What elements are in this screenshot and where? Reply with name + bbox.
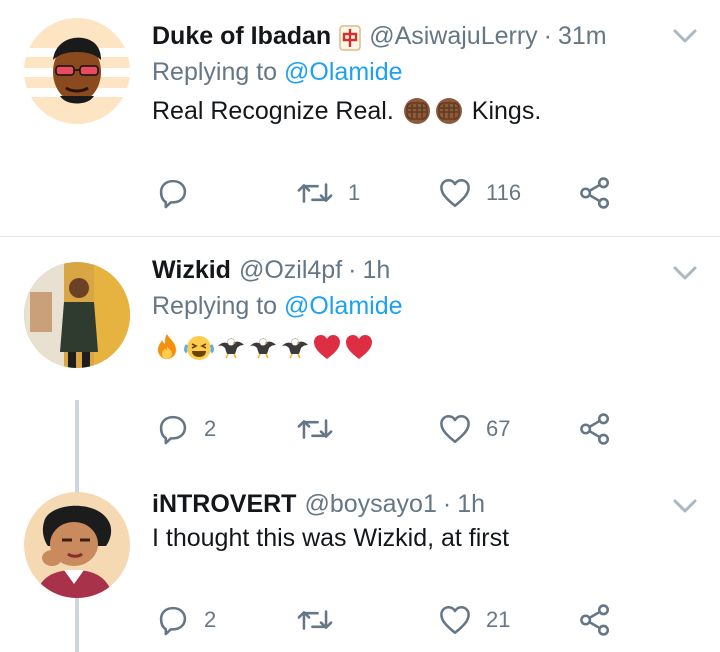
chevron-down-icon[interactable] <box>672 28 698 44</box>
avatar[interactable] <box>24 18 130 124</box>
reply-icon <box>156 603 190 637</box>
tweet-header: Duke of Ibadan @AsiwajuLerry · 31m <box>152 22 607 51</box>
reply-count: 2 <box>204 607 217 632</box>
tweet-actions: 2 21 <box>0 603 720 643</box>
tweet[interactable]: Wizkid @Ozil4pf · 1h Replying to @Olamid… <box>0 237 720 640</box>
timestamp[interactable]: 31m <box>558 22 607 51</box>
replying-to-label: Replying to <box>152 58 278 86</box>
laughing-tears-icon <box>184 332 214 362</box>
red-heart-icon <box>312 332 342 362</box>
retweet-button[interactable] <box>296 412 334 446</box>
tweet-header: iNTROVERT @boysayo1 · 1h <box>152 490 485 519</box>
tweet-text <box>152 332 374 362</box>
replying-to-label: Replying to <box>152 292 278 320</box>
username[interactable]: @boysayo1 <box>304 490 436 519</box>
reply-button[interactable]: 2 <box>156 603 216 637</box>
retweet-button[interactable] <box>296 603 334 637</box>
tweet-actions: 2 67 <box>0 412 720 452</box>
tweet-text: I thought this was Wizkid, at first <box>152 524 509 553</box>
retweet-icon <box>296 176 334 210</box>
avatar[interactable] <box>24 492 130 598</box>
username[interactable]: @AsiwajuLerry <box>369 22 537 51</box>
share-icon <box>578 603 612 637</box>
tweet[interactable]: iNTROVERT @boysayo1 · 1h I thought this … <box>0 477 720 652</box>
display-name[interactable]: Duke of Ibadan <box>152 22 331 51</box>
like-count: 116 <box>486 180 522 205</box>
share-button[interactable] <box>578 176 612 210</box>
tweet-header: Wizkid @Ozil4pf · 1h <box>152 256 390 285</box>
display-name[interactable]: iNTROVERT <box>152 490 296 519</box>
fist-medium-dark-icon <box>402 96 432 126</box>
eagle-icon <box>248 332 278 362</box>
reply-count: 2 <box>204 416 217 441</box>
separator: · <box>543 22 552 50</box>
reply-icon <box>156 176 190 210</box>
share-icon <box>578 412 612 446</box>
mention-link[interactable]: @Olamide <box>284 292 402 320</box>
fist-medium-dark-icon <box>434 96 464 126</box>
reply-icon <box>156 412 190 446</box>
eagle-icon <box>280 332 310 362</box>
like-count: 21 <box>486 607 511 632</box>
mahjong-red-dragon-icon <box>339 24 361 51</box>
red-heart-icon <box>344 332 374 362</box>
reply-button[interactable]: 2 <box>156 412 216 446</box>
timestamp[interactable]: 1h <box>362 256 390 285</box>
heart-icon <box>438 176 472 210</box>
separator: · <box>442 490 452 518</box>
share-button[interactable] <box>578 412 612 446</box>
like-button[interactable]: 21 <box>438 603 510 637</box>
fire-icon <box>152 332 182 362</box>
tweet-text-part: I thought this was Wizkid, at first <box>152 524 510 552</box>
heart-icon <box>438 603 472 637</box>
separator: · <box>348 256 357 284</box>
reply-button[interactable] <box>156 176 190 210</box>
chevron-down-icon[interactable] <box>672 265 698 281</box>
retweet-icon <box>296 412 334 446</box>
tweet-actions: 1 116 <box>0 176 720 216</box>
like-count: 67 <box>486 416 511 441</box>
retweet-icon <box>296 603 334 637</box>
avatar[interactable] <box>24 262 130 368</box>
tweet-text-part: Kings. <box>471 96 542 125</box>
eagle-icon <box>216 332 246 362</box>
share-icon <box>578 176 612 210</box>
like-button[interactable]: 116 <box>438 176 521 210</box>
like-button[interactable]: 67 <box>438 412 510 446</box>
tweet[interactable]: Duke of Ibadan @AsiwajuLerry · 31m Reply… <box>0 0 720 236</box>
heart-icon <box>438 412 472 446</box>
replying-to: Replying to @Olamide <box>152 58 403 87</box>
tweet-text-part: Real Recognize Real. <box>152 96 394 125</box>
timestamp[interactable]: 1h <box>457 490 485 519</box>
retweet-count: 1 <box>348 180 361 205</box>
replying-to: Replying to @Olamide <box>152 292 403 321</box>
mention-link[interactable]: @Olamide <box>284 58 402 86</box>
username[interactable]: @Ozil4pf <box>239 256 342 285</box>
display-name[interactable]: Wizkid <box>152 256 231 285</box>
share-button[interactable] <box>578 603 612 637</box>
chevron-down-icon[interactable] <box>672 498 698 514</box>
retweet-button[interactable]: 1 <box>296 176 360 210</box>
tweet-text: Real Recognize Real. Kings. <box>152 96 541 126</box>
